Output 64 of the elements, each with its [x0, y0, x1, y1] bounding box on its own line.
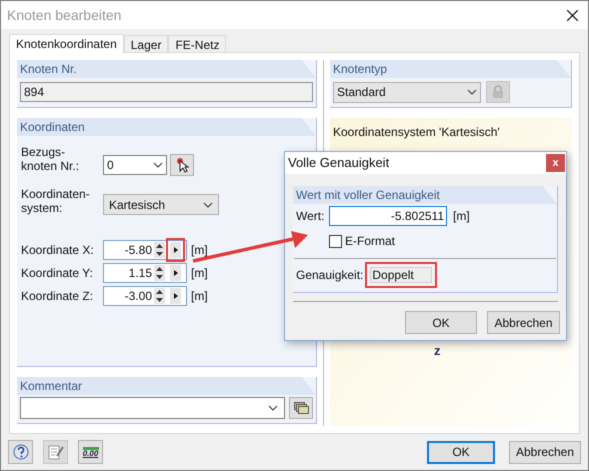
spin-buttons[interactable] [154, 242, 165, 258]
pick-node-button[interactable] [170, 154, 194, 176]
field-label: Koordinate Z: [21, 288, 94, 305]
stack-icon [294, 402, 308, 414]
decimal-places-button[interactable]: 0.00 [78, 440, 103, 464]
value-field[interactable]: -5.802511 [329, 206, 447, 226]
field-label: Koordinate X: [21, 242, 95, 259]
group-title: Kommentar [17, 377, 316, 395]
cancel-button[interactable]: Abbrechen [487, 311, 560, 334]
ok-button[interactable]: OK [427, 440, 495, 464]
dropdown-caret-icon [203, 202, 213, 208]
axis-label: z [434, 342, 440, 360]
dropdown-caret-icon [268, 405, 278, 411]
number-field[interactable]: -5.80 [103, 240, 187, 260]
dropdown-caret-icon [153, 162, 163, 168]
triangle-right-icon [174, 247, 178, 253]
detail-button[interactable] [170, 288, 181, 304]
note-pencil-icon [48, 444, 64, 460]
tab[interactable]: FE-Netz [168, 35, 226, 52]
spin-buttons[interactable] [154, 265, 165, 281]
cursor-icon [175, 157, 189, 173]
number-field[interactable]: -3.00 [103, 286, 187, 306]
cancel-button[interactable]: Abbrechen [509, 440, 581, 464]
comment-dropdown[interactable] [20, 397, 285, 419]
group-title: Knotentyp [330, 60, 571, 78]
field-label: Koordinate Y: [21, 265, 94, 282]
node-number-field[interactable]: 894 [20, 82, 313, 102]
triangle-right-icon [174, 293, 178, 299]
help-icon [12, 444, 28, 460]
graphic-title: Koordinatensystem 'Kartesisch' [333, 125, 500, 139]
dialog-title: Volle Genauigkeit [288, 154, 390, 172]
detail-button[interactable] [170, 242, 181, 258]
field-label: Bezugs- knoten Nr.: [21, 145, 80, 173]
unit-label: [m] [191, 265, 208, 282]
edit-button[interactable] [43, 440, 68, 464]
tab[interactable]: Knotenkoordinaten [9, 34, 124, 53]
unit-label: [m] [453, 208, 470, 225]
dropdown-caret-icon [467, 89, 477, 95]
checkbox[interactable] [329, 234, 342, 248]
library-button[interactable] [289, 397, 313, 419]
field-label: Genauigkeit: [296, 267, 364, 284]
field-label: Koordinaten- system: [21, 186, 91, 214]
precision-field: Doppelt [370, 267, 432, 283]
unit-label: [m] [191, 288, 208, 305]
help-button[interactable] [8, 440, 33, 464]
unit-label: [m] [191, 242, 208, 259]
group-title: Knoten Nr. [17, 60, 316, 78]
type-dropdown[interactable]: Standard [333, 82, 481, 102]
window-title: Knoten bearbeiten [7, 6, 122, 24]
group-title: Koordinaten [17, 118, 316, 136]
lock-icon [492, 85, 504, 99]
triangle-right-icon [174, 270, 178, 276]
system-dropdown[interactable]: Kartesisch [103, 194, 219, 215]
ok-button[interactable]: OK [405, 311, 477, 334]
node-dropdown[interactable]: 0 [103, 155, 167, 175]
field-label: Wert: [296, 208, 326, 225]
detail-button[interactable] [170, 265, 181, 281]
spin-buttons[interactable] [154, 288, 165, 304]
tab[interactable]: Lager [124, 35, 168, 52]
close-icon[interactable] [567, 10, 578, 20]
number-field[interactable]: 1.15 [103, 263, 187, 283]
dialog-close-button[interactable]: x [546, 154, 565, 172]
group-title: Wert mit voller Genauigkeit [293, 186, 557, 204]
checkbox-label: E-Format [345, 233, 396, 250]
